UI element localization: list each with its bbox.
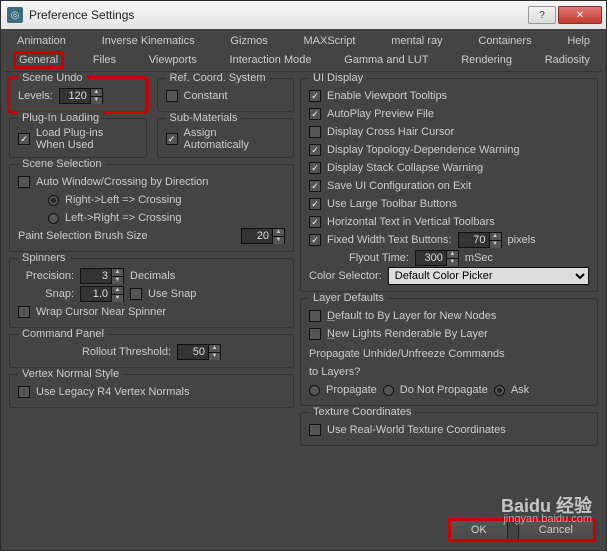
client-area: Animation Inverse Kinematics Gizmos MAXS… xyxy=(1,29,606,550)
color-selector-dropdown[interactable]: Default Color Picker xyxy=(388,267,589,285)
use-realworld-checkbox[interactable] xyxy=(309,424,321,436)
tab-general[interactable]: General xyxy=(15,53,62,67)
use-snap-checkbox[interactable] xyxy=(130,288,142,300)
fixed-width-checkbox[interactable] xyxy=(309,234,321,246)
load-plugins-checkbox[interactable] xyxy=(18,133,30,145)
radio-left-right[interactable] xyxy=(48,213,59,224)
group-spinners: Spinners Precision: ▲▼ Decimals Snap: ▲▼ xyxy=(9,258,294,328)
levels-input[interactable] xyxy=(60,89,90,103)
ui-label: Save UI Configuration on Exit xyxy=(327,180,471,192)
tab-mentalray[interactable]: mental ray xyxy=(389,34,444,48)
spin-up-icon: ▲ xyxy=(90,89,102,97)
window-title: Preference Settings xyxy=(29,8,522,22)
group-ui-display: UI Display Enable Viewport TooltipsAutoP… xyxy=(300,78,598,292)
ui-checkbox-6[interactable] xyxy=(309,198,321,210)
group-texture-coordinates: Texture Coordinates Use Real-World Textu… xyxy=(300,412,598,446)
wrap-cursor-checkbox[interactable] xyxy=(18,306,30,318)
ui-checkbox-4[interactable] xyxy=(309,162,321,174)
ui-checkbox-3[interactable] xyxy=(309,144,321,156)
group-scene-undo: Scene Undo Levels: ▲▼ xyxy=(9,78,147,112)
ui-label: Use Large Toolbar Buttons xyxy=(327,198,457,210)
assign-auto-checkbox[interactable] xyxy=(166,133,178,145)
radio-propagate[interactable] xyxy=(309,385,320,396)
ui-checkbox-1[interactable] xyxy=(309,108,321,120)
brush-spinner[interactable]: ▲▼ xyxy=(241,228,285,244)
group-scene-selection: Scene Selection Auto Window/Crossing by … xyxy=(9,164,294,252)
radio-right-left[interactable] xyxy=(48,195,59,206)
tab-help[interactable]: Help xyxy=(565,34,592,48)
cancel-button[interactable]: Cancel xyxy=(518,520,594,540)
radio-donot[interactable] xyxy=(383,385,394,396)
levels-label: Levels: xyxy=(18,90,53,102)
legacy-normals-checkbox[interactable] xyxy=(18,386,30,398)
close-button[interactable]: ✕ xyxy=(558,6,602,24)
default-bylayer-checkbox[interactable] xyxy=(309,310,321,322)
ui-label: AutoPlay Preview File xyxy=(327,108,434,120)
precision-spinner[interactable]: ▲▼ xyxy=(80,268,124,284)
new-lights-checkbox[interactable] xyxy=(309,328,321,340)
ui-checkbox-0[interactable] xyxy=(309,90,321,102)
window: ◎ Preference Settings ? ✕ Animation Inve… xyxy=(0,0,607,551)
tab-rendering[interactable]: Rendering xyxy=(459,53,514,67)
radio-ask[interactable] xyxy=(494,385,505,396)
ui-label: Display Topology-Dependence Warning xyxy=(327,144,520,156)
tabs-row-top: Animation Inverse Kinematics Gizmos MAXS… xyxy=(5,31,602,51)
tab-viewports[interactable]: Viewports xyxy=(147,53,199,67)
group-command-panel: Command Panel Rollout Threshold: ▲▼ xyxy=(9,334,294,368)
tab-gizmos[interactable]: Gizmos xyxy=(228,34,269,48)
fixed-width-spinner[interactable]: ▲▼ xyxy=(458,232,502,248)
app-icon: ◎ xyxy=(7,7,23,23)
ui-label: Display Stack Collapse Warning xyxy=(327,162,483,174)
constant-checkbox[interactable] xyxy=(166,90,178,102)
ui-label: Display Cross Hair Cursor xyxy=(327,126,454,138)
tab-maxscript[interactable]: MAXScript xyxy=(301,34,357,48)
snap-spinner[interactable]: ▲▼ xyxy=(80,286,124,302)
ui-checkbox-5[interactable] xyxy=(309,180,321,192)
tab-radiosity[interactable]: Radiosity xyxy=(543,53,592,67)
spin-down-icon: ▼ xyxy=(90,97,102,104)
ui-checkbox-2[interactable] xyxy=(309,126,321,138)
ui-label: Enable Viewport Tooltips xyxy=(327,90,447,102)
footer-buttons: OK Cancel xyxy=(450,520,594,540)
help-button[interactable]: ? xyxy=(528,6,556,24)
group-sub-materials: Sub-Materials Assign Automatically xyxy=(157,118,295,158)
tab-files[interactable]: Files xyxy=(91,53,118,67)
group-layer-defaults: Layer Defaults Default to By Layer for N… xyxy=(300,298,598,406)
levels-spinner[interactable]: ▲▼ xyxy=(59,88,103,104)
rollout-spinner[interactable]: ▲▼ xyxy=(177,344,221,360)
ui-checkbox-7[interactable] xyxy=(309,216,321,228)
tab-gamma[interactable]: Gamma and LUT xyxy=(342,53,430,67)
tabs-row-bottom: General Files Viewports Interaction Mode… xyxy=(5,51,602,72)
tab-ik[interactable]: Inverse Kinematics xyxy=(100,34,197,48)
tab-animation[interactable]: Animation xyxy=(15,34,68,48)
titlebar: ◎ Preference Settings ? ✕ xyxy=(1,1,606,29)
tab-containers[interactable]: Containers xyxy=(476,34,533,48)
tab-interaction[interactable]: Interaction Mode xyxy=(228,53,314,67)
flyout-spinner[interactable]: ▲▼ xyxy=(415,250,459,266)
auto-window-checkbox[interactable] xyxy=(18,176,30,188)
brush-input[interactable] xyxy=(242,229,272,243)
ui-label: Horizontal Text in Vertical Toolbars xyxy=(327,216,495,228)
group-vertex-normal: Vertex Normal Style Use Legacy R4 Vertex… xyxy=(9,374,294,408)
group-plugin-loading: Plug-In Loading Load Plug-ins When Used xyxy=(9,118,147,158)
ok-button[interactable]: OK xyxy=(450,520,508,540)
group-ref-coord: Ref. Coord. System Constant xyxy=(157,78,295,112)
